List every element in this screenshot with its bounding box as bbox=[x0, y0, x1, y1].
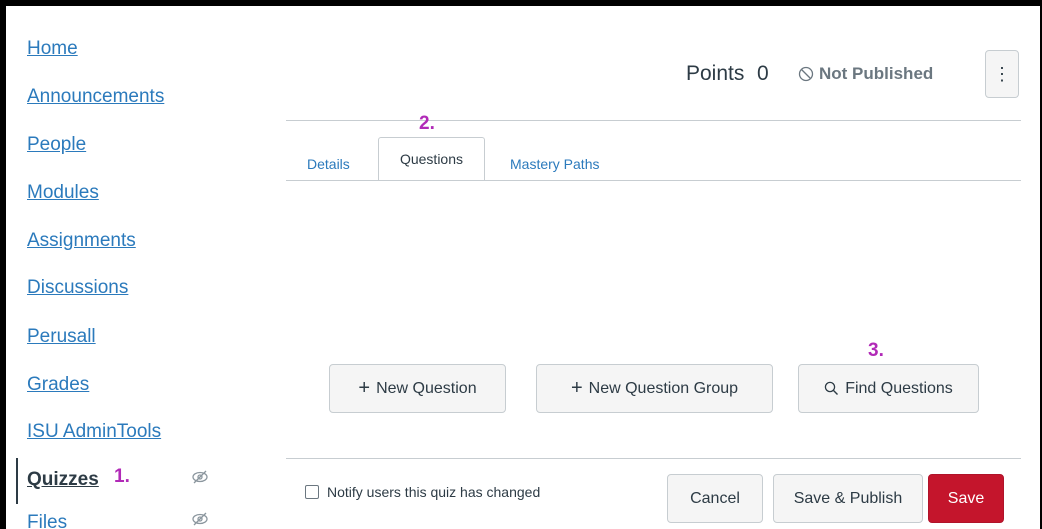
kebab-icon: ⋮ bbox=[993, 63, 1011, 84]
sidebar-item-home[interactable]: Home bbox=[27, 38, 78, 60]
new-question-label: New Question bbox=[376, 379, 477, 397]
tab-questions[interactable]: Questions bbox=[378, 137, 485, 180]
save-and-publish-button[interactable]: Save & Publish bbox=[773, 474, 923, 523]
new-question-button[interactable]: + New Question bbox=[329, 364, 506, 413]
sidebar-item-perusall[interactable]: Perusall bbox=[27, 326, 96, 348]
active-indicator bbox=[16, 458, 18, 504]
sidebar-item-quizzes[interactable]: Quizzes bbox=[27, 469, 99, 491]
find-questions-label: Find Questions bbox=[845, 379, 953, 397]
sidebar-item-modules[interactable]: Modules bbox=[27, 182, 99, 204]
tabs-divider bbox=[286, 180, 1021, 181]
save-button[interactable]: Save bbox=[928, 474, 1004, 523]
points-label: Points bbox=[686, 62, 745, 85]
find-questions-button[interactable]: Find Questions bbox=[798, 364, 979, 413]
eye-slash-icon bbox=[191, 468, 209, 486]
notify-checkbox[interactable] bbox=[305, 485, 319, 499]
annotation-step-1: 1. bbox=[114, 466, 130, 487]
publish-status: Not Published bbox=[798, 64, 933, 84]
divider bbox=[286, 120, 1021, 121]
sidebar-item-discussions[interactable]: Discussions bbox=[27, 277, 128, 299]
sidebar-item-assignments[interactable]: Assignments bbox=[27, 230, 136, 252]
page: Home Announcements People Modules Assign… bbox=[6, 6, 1040, 529]
eye-slash-icon bbox=[191, 510, 209, 528]
course-navigation: Home Announcements People Modules Assign… bbox=[6, 6, 256, 529]
plus-icon: + bbox=[570, 377, 583, 399]
points-value: 0 bbox=[757, 62, 769, 85]
tab-mastery-paths[interactable]: Mastery Paths bbox=[510, 156, 599, 172]
sidebar-item-isu-admintools[interactable]: ISU AdminTools bbox=[27, 421, 161, 443]
notify-users-option[interactable]: Notify users this quiz has changed bbox=[305, 484, 540, 500]
more-options-button[interactable]: ⋮ bbox=[985, 50, 1019, 98]
publish-status-label: Not Published bbox=[819, 64, 934, 83]
plus-icon: + bbox=[358, 377, 371, 399]
notify-label: Notify users this quiz has changed bbox=[327, 484, 541, 500]
sidebar-item-people[interactable]: People bbox=[27, 134, 86, 156]
tab-details[interactable]: Details bbox=[307, 156, 350, 172]
unpublished-icon bbox=[798, 66, 814, 82]
annotation-step-3: 3. bbox=[868, 340, 884, 361]
footer-divider bbox=[286, 458, 1021, 459]
sidebar-item-files[interactable]: Files bbox=[27, 512, 67, 529]
search-icon bbox=[824, 381, 839, 395]
new-question-group-button[interactable]: + New Question Group bbox=[536, 364, 773, 413]
cancel-button[interactable]: Cancel bbox=[667, 474, 763, 523]
annotation-step-2: 2. bbox=[419, 113, 435, 134]
new-question-group-label: New Question Group bbox=[588, 379, 739, 397]
sidebar-item-grades[interactable]: Grades bbox=[27, 374, 89, 396]
sidebar-item-announcements[interactable]: Announcements bbox=[27, 86, 164, 108]
